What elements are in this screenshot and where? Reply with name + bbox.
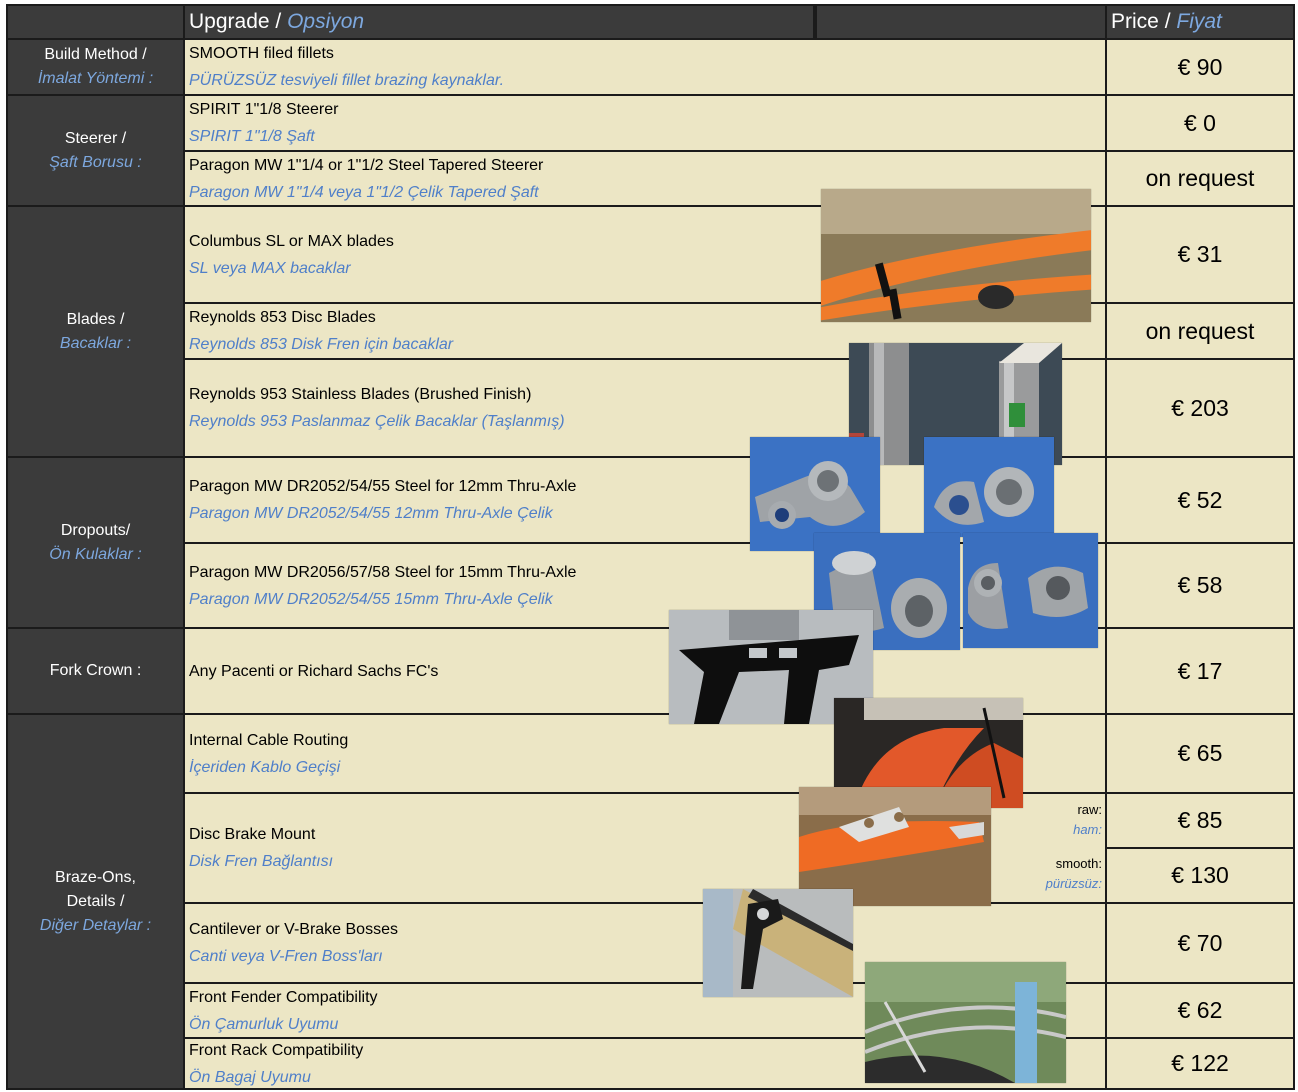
- header-price-tr: Fiyat: [1176, 10, 1222, 33]
- option-spirit-steerer-en: SPIRIT 1"1/8 Steerer: [189, 101, 339, 118]
- header-upgrade-sep: /: [269, 10, 288, 33]
- option-spirit-steerer-tr: SPIRIT 1"1/8 Şaft: [189, 128, 315, 145]
- price-rack: € 122: [1107, 1039, 1295, 1090]
- canti-boss-photo: [703, 889, 853, 997]
- price-fender: € 62: [1107, 984, 1295, 1039]
- price-dropout-15mm: € 58: [1107, 544, 1295, 629]
- header-blank: [815, 4, 1107, 40]
- price-disc-mount-raw: € 85: [1107, 794, 1295, 849]
- option-spirit-steerer: SPIRIT 1"1/8 Steerer SPIRIT 1"1/8 Şaft: [185, 96, 1107, 152]
- category-build-method-en: Build Method /: [44, 46, 147, 63]
- option-smooth-fillets: SMOOTH filed fillets PÜRÜZSÜZ tesviyeli …: [185, 40, 1107, 96]
- header-price-en: Price: [1111, 10, 1159, 33]
- price-disc-mount-smooth: € 130: [1107, 849, 1295, 904]
- option-canti-bosses-en: Cantilever or V-Brake Bosses: [189, 921, 398, 938]
- category-build-method: Build Method / İmalat Yöntemi :: [6, 40, 185, 96]
- price-paragon-steerer: on request: [1107, 152, 1295, 207]
- category-steerer-tr: Şaft Borusu :: [49, 153, 142, 171]
- category-steerer-en: Steerer /: [64, 129, 127, 147]
- price-canti-bosses: € 70: [1107, 904, 1295, 984]
- price-reynolds-853: on request: [1107, 304, 1295, 360]
- price-internal-cable: € 65: [1107, 715, 1295, 794]
- category-fork-crown-en: Fork Crown :: [49, 662, 142, 679]
- category-dropouts-en: Dropouts/: [60, 521, 131, 539]
- header-corner: [6, 4, 185, 40]
- category-blades: Blades / Bacaklar :: [6, 207, 185, 458]
- header-upgrade: Upgrade / Opsiyon: [185, 4, 815, 40]
- category-braze-ons-en2: Details /: [66, 892, 125, 910]
- disc-mount-raw-tr: ham:: [1073, 822, 1102, 837]
- price-dropout-12mm: € 52: [1107, 458, 1295, 544]
- header-upgrade-tr: Opsiyon: [287, 10, 365, 33]
- header-price: Price / Fiyat: [1107, 4, 1295, 40]
- front-rack-photo: [865, 962, 1066, 1083]
- disc-mount-smooth-en: smooth:: [1055, 856, 1102, 871]
- price-smooth-fillets: € 90: [1107, 40, 1295, 96]
- price-columbus-blades: € 31: [1107, 207, 1295, 304]
- category-fork-crown: Fork Crown :: [6, 629, 185, 715]
- category-blades-tr: Bacaklar :: [59, 334, 132, 352]
- category-blades-en: Blades /: [66, 310, 125, 328]
- header-price-sep: /: [1158, 10, 1177, 33]
- category-steerer: Steerer / Şaft Borusu :: [6, 96, 185, 207]
- option-paragon-steerer-en: Paragon MW 1"1/4 or 1"1/2 Steel Tapered …: [189, 156, 544, 174]
- category-braze-ons: Braze-Ons, Details / Diğer Detaylar :: [6, 715, 185, 1090]
- disc-mount-smooth-tr: pürüzsüz:: [1045, 876, 1102, 891]
- header-upgrade-en: Upgrade: [189, 10, 270, 33]
- price-spirit-steerer: € 0: [1107, 96, 1295, 152]
- price-sheet: Upgrade / Opsiyon Price / Fiyat Build Me…: [0, 0, 1298, 1092]
- price-fork-crown: € 17: [1107, 629, 1295, 715]
- disc-mount-smooth-label: smooth: pürüzsüz:: [1000, 854, 1102, 894]
- option-smooth-fillets-tr: PÜRÜZSÜZ tesviyeli fillet brazing kaynak…: [189, 72, 505, 89]
- dropout-12mm-photo-b: [924, 437, 1054, 537]
- price-reynolds-953: € 203: [1107, 360, 1295, 458]
- category-dropouts-tr: Ön Kulaklar :: [49, 545, 142, 563]
- dropout-15mm-photo-b: [963, 533, 1098, 648]
- category-braze-ons-tr: Diğer Detaylar :: [39, 916, 152, 934]
- category-braze-ons-en: Braze-Ons,: [55, 868, 136, 886]
- category-build-method-tr: İmalat Yöntemi :: [37, 70, 154, 87]
- category-dropouts: Dropouts/ Ön Kulaklar :: [6, 458, 185, 629]
- orange-fork-photo: [821, 189, 1091, 322]
- option-fork-crown-en: Any Pacenti or Richard Sachs FC's: [189, 662, 439, 680]
- option-smooth-fillets-en: SMOOTH filed fillets: [189, 45, 334, 62]
